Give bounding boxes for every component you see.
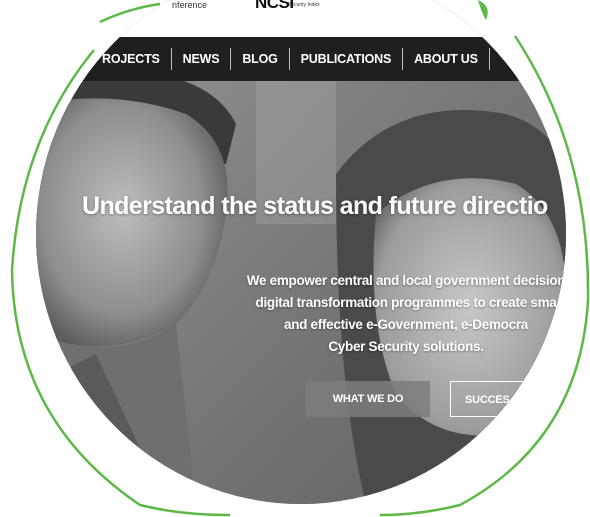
nav-item-projects[interactable]: ROJECTS	[36, 48, 172, 70]
hero-lens: nference NCSI Security Index ROJECTS NEW…	[36, 0, 566, 504]
what-we-do-button[interactable]: WHAT WE DO	[306, 381, 430, 417]
hero-intro-line: digital transformation programmes to cre…	[255, 295, 557, 310]
nav-item-news[interactable]: NEWS	[172, 48, 232, 70]
ncsi-logo-subtitle: Security Index	[288, 2, 320, 8]
nav-item-about-us[interactable]: ABOUT US	[403, 48, 490, 70]
hero-intro-line: and effective e-Government, e-Democra	[284, 317, 528, 332]
hero-intro: We empower central and local government …	[206, 270, 566, 358]
nav-item-blog[interactable]: BLOG	[231, 48, 290, 70]
hero-intro-line: We empower central and local government …	[246, 273, 566, 288]
hero-headline: Understand the status and future directi…	[82, 192, 548, 220]
conference-logo-text[interactable]: nference	[172, 0, 207, 10]
nav-item-publications[interactable]: PUBLICATIONS	[290, 48, 404, 70]
brand-strip: nference NCSI Security Index	[36, 0, 566, 37]
success-stories-button[interactable]: SUCCES	[450, 381, 566, 417]
main-navigation: ROJECTS NEWS BLOG PUBLICATIONS ABOUT US	[36, 37, 566, 81]
hero-intro-line: Cyber Security solutions.	[328, 339, 484, 354]
screenshot-stage: nference NCSI Security Index ROJECTS NEW…	[0, 0, 590, 517]
